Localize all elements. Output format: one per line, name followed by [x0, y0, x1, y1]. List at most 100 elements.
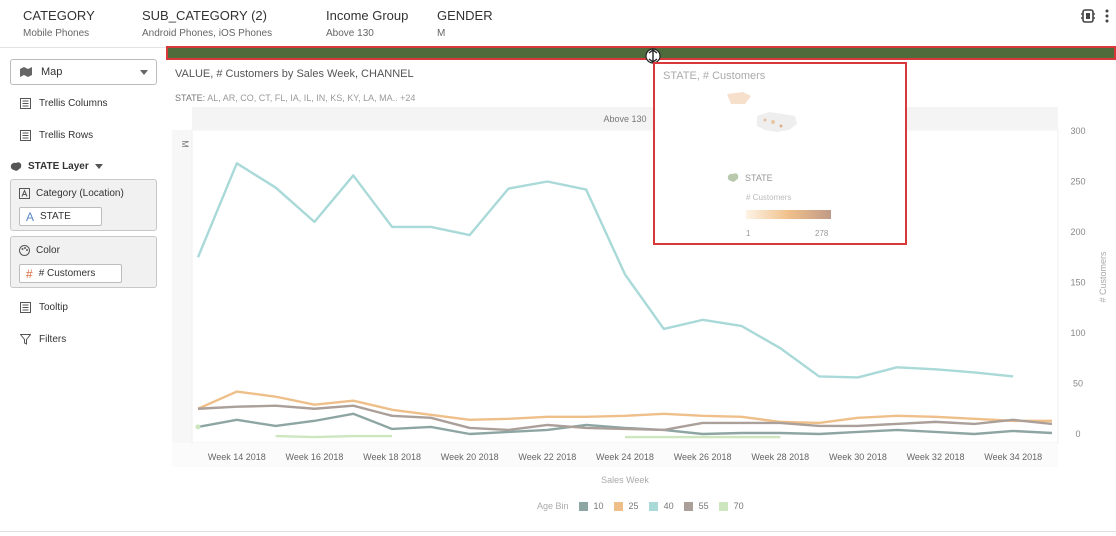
attribute-icon: A: [26, 209, 35, 224]
x-tick-label: Week 18 2018: [363, 452, 421, 462]
legend-item-25[interactable]: 25: [613, 501, 639, 511]
legend-swatch-55: [683, 501, 693, 511]
legend-item-40[interactable]: 40: [648, 501, 674, 511]
color-dropzone[interactable]: Color # # Customers: [10, 236, 157, 288]
state-filter-summary[interactable]: STATE: AL, AR, CO, CT, FL, IA, IL, IN, K…: [175, 93, 415, 103]
y-tick-label: 100: [1070, 328, 1085, 338]
x-tick-label: Week 14 2018: [208, 452, 266, 462]
tooltip-item[interactable]: Tooltip: [20, 299, 68, 315]
x-tick-label: Week 32 2018: [907, 452, 965, 462]
y-tick-label: 50: [1073, 379, 1083, 389]
viz-type-label: Map: [41, 66, 63, 78]
state-chip[interactable]: A STATE: [19, 207, 102, 226]
x-tick-label: Week 16 2018: [286, 452, 344, 462]
legend-item-55[interactable]: 55: [683, 501, 709, 511]
color-label: Color: [36, 245, 60, 256]
filter-income-group-value: Above 130: [326, 28, 374, 39]
legend-label-25: 25: [628, 501, 639, 511]
trellis-rows-label: Trellis Rows: [39, 129, 94, 141]
filter-subcategory[interactable]: SUB_CATEGORY (2) Android Phones, iOS Pho…: [142, 8, 272, 39]
plot-frame: [191, 129, 1059, 444]
viz-type-selector[interactable]: Map: [10, 59, 157, 85]
filter-gender-name: GENDER: [437, 8, 493, 23]
state-filter-label: STATE:: [175, 93, 206, 103]
x-tick-label: Week 26 2018: [674, 452, 732, 462]
chart-legend: Age Bin 10 25 40 55 70: [537, 501, 754, 511]
legend-swatch-40: [648, 501, 658, 511]
filters-label: Filters: [39, 333, 67, 345]
filters-item[interactable]: Filters: [20, 331, 66, 347]
category-location-label: Category (Location): [36, 188, 124, 199]
popup-layer-label: STATE: [745, 172, 773, 183]
category-location-title: Category (Location): [19, 188, 124, 199]
x-tick-label: Week 30 2018: [829, 452, 887, 462]
filter-income-group-name: Income Group: [326, 8, 409, 23]
resize-splitter-bar[interactable]: [166, 46, 1116, 60]
trellis-rows-item[interactable]: Trellis Rows: [20, 127, 93, 143]
customers-chip[interactable]: # # Customers: [19, 264, 122, 283]
filter-gender[interactable]: GENDER M: [437, 8, 493, 39]
x-tick-label: Week 34 2018: [984, 452, 1042, 462]
x-axis-label: Sales Week: [601, 475, 649, 485]
category-location-dropzone[interactable]: Category (Location) A STATE: [10, 179, 157, 231]
x-tick-label: Week 24 2018: [596, 452, 654, 462]
trellis-columns-icon: [20, 97, 31, 109]
trellis-columns-label: Trellis Columns: [39, 97, 108, 109]
app-root: CATEGORY Mobile Phones SUB_CATEGORY (2) …: [0, 0, 1116, 536]
legend-item-70[interactable]: 70: [718, 501, 744, 511]
funnel-icon: [20, 333, 31, 345]
chart-title: VALUE, # Customers by Sales Week, CHANNE…: [175, 68, 414, 80]
line-chart[interactable]: Above 130 M 0 50 100 150 200 250 300 # Customers W…: [170, 105, 1116, 495]
measure-icon: #: [26, 266, 33, 281]
x-tick-label: Week 20 2018: [441, 452, 499, 462]
y-tick-label: 300: [1070, 126, 1085, 136]
customers-chip-label: # Customers: [38, 268, 96, 279]
more-options-icon[interactable]: [1104, 8, 1110, 24]
popup-layer-legend: STATE: [727, 172, 773, 183]
y-tick-label: 150: [1070, 278, 1085, 288]
legend-swatch-10: [578, 501, 588, 511]
state-filter-values: AL, AR, CO, CT, FL, IA, IL, IN, KS, KY, …: [207, 93, 416, 103]
filter-income-group[interactable]: Income Group Above 130: [326, 8, 408, 39]
tooltip-label: Tooltip: [39, 301, 68, 313]
chevron-down-icon: [94, 163, 103, 169]
layer-map-icon: [727, 173, 739, 182]
map-icon: [20, 67, 32, 77]
legend-item-10[interactable]: 10: [578, 501, 604, 511]
legend-label-55: 55: [698, 501, 709, 511]
canvas-bottom-divider: [0, 531, 1116, 532]
state-chip-label: STATE: [40, 211, 71, 222]
popup-metric-label: # Customers: [746, 193, 792, 202]
legend-label-70: 70: [733, 501, 744, 511]
trellis-row-header-band: [172, 130, 192, 443]
y-tick-label: 0: [1075, 429, 1080, 439]
grammar-panel: Map Trellis Columns Trellis Rows STATE L…: [0, 48, 165, 536]
tooltip-icon: [20, 301, 31, 313]
color-scale-min: 1: [746, 229, 751, 238]
filter-category[interactable]: CATEGORY Mobile Phones: [23, 8, 95, 39]
trellis-column-header: Above 130: [603, 114, 646, 124]
filter-subcategory-name: SUB_CATEGORY (2): [142, 8, 267, 23]
layer-map-icon: [10, 161, 22, 171]
legend-label-40: 40: [663, 501, 674, 511]
legend-label-10: 10: [593, 501, 604, 511]
trellis-columns-item[interactable]: Trellis Columns: [20, 95, 108, 111]
series-70-line: [275, 434, 393, 439]
text-field-icon: [19, 188, 30, 199]
layer-header[interactable]: STATE Layer: [10, 158, 103, 174]
x-tick-label: Week 22 2018: [518, 452, 576, 462]
y-tick-label: 200: [1070, 227, 1085, 237]
filter-category-name: CATEGORY: [23, 8, 95, 23]
trellis-row-header: M: [180, 140, 190, 148]
y-tick-label: 250: [1070, 177, 1085, 187]
layer-title-label: STATE Layer: [28, 160, 89, 172]
series-70-point: [195, 424, 201, 430]
legend-title: Age Bin: [537, 501, 569, 511]
filter-settings-icon[interactable]: [1081, 8, 1095, 24]
filter-gender-value: M: [437, 28, 446, 39]
y-axis-label: # Customers: [1098, 251, 1108, 303]
filter-subcategory-value: Android Phones, iOS Phones: [142, 28, 273, 39]
legend-swatch-70: [718, 501, 728, 511]
trellis-rows-icon: [20, 129, 31, 141]
filter-category-value: Mobile Phones: [23, 28, 90, 39]
